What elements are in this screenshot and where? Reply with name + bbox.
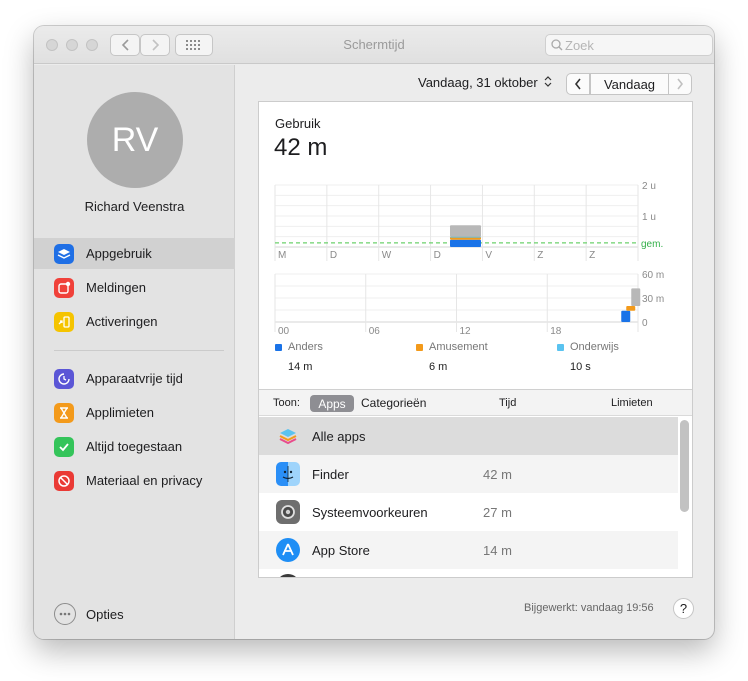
checkmark-icon bbox=[54, 437, 74, 457]
table-row-finder[interactable]: Finder 42 m bbox=[259, 455, 678, 493]
legend-name-anders: Anders bbox=[288, 341, 323, 353]
y-tick-label: 0 bbox=[642, 318, 648, 329]
sidebar-item-label: Materiaal en privacy bbox=[86, 473, 203, 488]
pickup-icon bbox=[54, 312, 74, 332]
legend-value-amusement: 6 m bbox=[429, 361, 448, 373]
legend-value-onderwijs: 10 s bbox=[570, 361, 591, 373]
row-time: 14 m bbox=[483, 543, 512, 558]
app-icon bbox=[276, 574, 300, 577]
options-icon[interactable] bbox=[54, 603, 76, 625]
search-input[interactable]: Zoek bbox=[545, 34, 713, 56]
chevron-right-icon bbox=[677, 78, 684, 90]
legend-swatch-onderwijs bbox=[557, 344, 564, 351]
sidebar-item-meldingen[interactable]: Meldingen bbox=[34, 272, 235, 303]
row-name: App Store bbox=[312, 543, 370, 558]
sidebar-item-label: Meldingen bbox=[86, 280, 146, 295]
bar-segment bbox=[631, 288, 641, 306]
legend-name-amusement: Amusement bbox=[429, 341, 488, 353]
row-name: Finder bbox=[312, 467, 349, 482]
segment-apps[interactable]: Apps bbox=[310, 395, 354, 412]
screen-time-window: Schermtijd Zoek RV Richard Veenstra Appg… bbox=[34, 26, 714, 639]
sidebar-item-label: Apparaatvrije tijd bbox=[86, 371, 183, 386]
sidebar-item-materiaal-en-privacy[interactable]: Materiaal en privacy bbox=[34, 465, 235, 496]
legend-name-onderwijs: Onderwijs bbox=[570, 341, 619, 353]
sidebar-item-apparaatvrije-tijd[interactable]: Apparaatvrije tijd bbox=[34, 363, 235, 394]
bar-segment bbox=[626, 306, 636, 311]
all-apps-icon bbox=[276, 424, 300, 448]
legend-swatch-anders bbox=[275, 344, 282, 351]
avatar-initials: RV bbox=[111, 120, 159, 159]
finder-icon bbox=[276, 462, 300, 486]
sidebar-item-label: Activeringen bbox=[86, 314, 158, 329]
options-button[interactable]: Opties bbox=[86, 607, 124, 622]
column-time[interactable]: Tijd bbox=[499, 397, 516, 409]
search-placeholder: Zoek bbox=[565, 38, 594, 53]
row-time: 27 m bbox=[483, 505, 512, 520]
notification-icon bbox=[54, 278, 74, 298]
chevron-left-icon bbox=[574, 78, 581, 90]
sidebar-item-altijd-toegestaan[interactable]: Altijd toegestaan bbox=[34, 431, 235, 462]
titlebar: Schermtijd Zoek bbox=[34, 26, 714, 64]
avatar: RV bbox=[87, 92, 183, 188]
today-button[interactable]: Vandaag bbox=[590, 73, 669, 95]
next-day-button[interactable] bbox=[668, 73, 692, 95]
sidebar-item-label: Applimieten bbox=[86, 405, 154, 420]
table-scrollbar[interactable] bbox=[680, 420, 689, 512]
row-name: Alle apps bbox=[312, 429, 366, 444]
show-label: Toon: bbox=[273, 397, 300, 409]
legend-swatch-amusement bbox=[416, 344, 423, 351]
downtime-icon bbox=[54, 369, 74, 389]
sidebar-item-appgebruik[interactable]: Appgebruik bbox=[34, 238, 235, 269]
segment-categories[interactable]: Categorieën bbox=[361, 396, 426, 410]
date-label: Vandaag, 31 oktober bbox=[418, 75, 538, 90]
sidebar-item-label: Appgebruik bbox=[86, 246, 152, 261]
hourly-usage-chart: 60 m30 m000 06 12 18 bbox=[274, 270, 664, 337]
no-entry-icon bbox=[54, 471, 74, 491]
x-tick-label: 12 bbox=[460, 326, 472, 337]
table-header: Toon: Apps Categorieën Tijd Limieten bbox=[259, 389, 692, 416]
table-row-all-apps[interactable]: Alle apps bbox=[259, 417, 678, 455]
column-limits[interactable]: Limieten bbox=[611, 397, 653, 409]
row-name: Systeemvoorkeuren bbox=[312, 505, 428, 520]
bar-segment bbox=[621, 310, 631, 322]
up-down-chevron-icon bbox=[544, 76, 552, 87]
hourglass-icon bbox=[54, 403, 74, 423]
x-tick-label: 00 bbox=[278, 326, 290, 337]
x-tick-label: 18 bbox=[550, 326, 562, 337]
layers-icon bbox=[54, 244, 74, 264]
table-row-partial[interactable] bbox=[259, 569, 678, 577]
y-tick-label: 30 m bbox=[642, 294, 664, 305]
sidebar-item-activeringen[interactable]: Activeringen bbox=[34, 306, 235, 337]
updated-label: Bijgewerkt: vandaag 19:56 bbox=[524, 602, 654, 614]
sidebar-divider bbox=[54, 350, 224, 351]
table-row-systeemvoorkeuren[interactable]: Systeemvoorkeuren 27 m bbox=[259, 493, 678, 531]
row-time: 42 m bbox=[483, 467, 512, 482]
previous-day-button[interactable] bbox=[566, 73, 590, 95]
sidebar-item-applimieten[interactable]: Applimieten bbox=[34, 397, 235, 428]
table-row-app-store[interactable]: App Store 14 m bbox=[259, 531, 678, 569]
user-name: Richard Veenstra bbox=[84, 199, 185, 214]
help-button[interactable]: ? bbox=[673, 598, 694, 619]
app-store-icon bbox=[276, 538, 300, 562]
sidebar: RV Richard Veenstra Appgebruik Meldingen… bbox=[34, 65, 235, 639]
sidebar-item-label: Altijd toegestaan bbox=[86, 439, 183, 454]
y-tick-label: 60 m bbox=[642, 270, 664, 281]
date-selector[interactable]: Vandaag, 31 oktober bbox=[418, 75, 552, 90]
x-tick-label: 06 bbox=[369, 326, 381, 337]
search-icon bbox=[551, 39, 563, 51]
legend-value-anders: 14 m bbox=[288, 361, 313, 373]
system-preferences-icon bbox=[276, 500, 300, 524]
usage-panel: Gebruik 42 m 2 u1 u gem. M D W D V Z Z 60 m 30 m0… bbox=[258, 101, 693, 578]
